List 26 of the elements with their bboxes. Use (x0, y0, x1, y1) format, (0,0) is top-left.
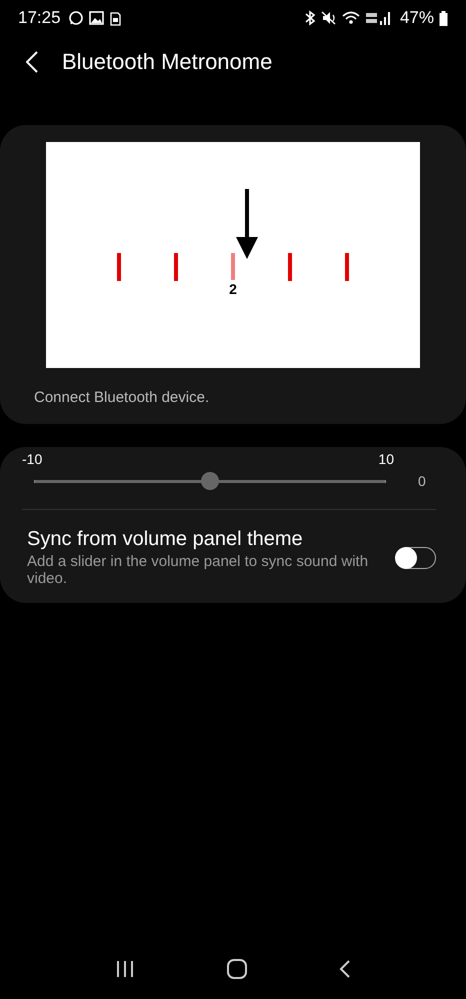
status-time: 17:25 (18, 8, 61, 28)
back-icon (26, 51, 38, 73)
offset-slider[interactable] (34, 471, 386, 491)
status-caption: Connect Bluetooth device. (34, 389, 210, 406)
slider-min-label: -10 (22, 451, 42, 467)
page-title: Bluetooth Metronome (62, 49, 272, 75)
wifi-icon (342, 10, 360, 26)
sync-toggle[interactable] (396, 546, 436, 568)
slider-value: 0 (418, 473, 426, 489)
slider-max-label: 10 (378, 451, 394, 467)
image-icon (88, 11, 104, 25)
slider-thumb[interactable] (201, 472, 219, 490)
setting-description: Add a slider in the volume panel to sync sound with video. (27, 553, 370, 587)
bluetooth-icon (304, 10, 316, 26)
battery-percentage: 47% (400, 8, 434, 28)
home-icon[interactable] (226, 958, 248, 980)
battery-icon (439, 10, 448, 26)
chat-icon (68, 10, 84, 26)
signal-icon (364, 10, 391, 26)
beat-number: 2 (229, 281, 237, 297)
arrow-down-icon (234, 189, 258, 259)
back-icon[interactable] (338, 959, 351, 979)
sim-card-icon (108, 10, 121, 26)
setting-title: Sync from volume panel theme (27, 528, 304, 551)
recent-apps-icon[interactable] (115, 960, 136, 978)
mute-icon (320, 10, 337, 26)
